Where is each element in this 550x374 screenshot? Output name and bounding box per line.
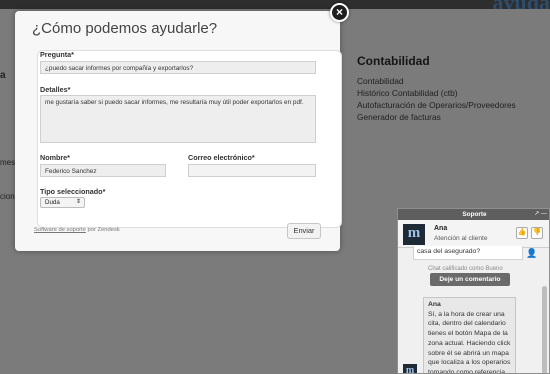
- thumbs-down-icon[interactable]: 👎: [531, 227, 543, 239]
- agent-avatar-small: m: [403, 364, 417, 373]
- footer-text: por Zendesk: [87, 227, 120, 233]
- support-modal: ¿Cómo podemos ayudarle? Pregunta* ¿puedo…: [15, 11, 342, 251]
- background-text: cion: [0, 192, 15, 201]
- support-chat-widget: Soporte ↗ — m Ana Atención al cliente 👍 …: [397, 208, 550, 374]
- background-text: a: [0, 70, 6, 81]
- detalles-textarea[interactable]: me gustaría saber si puedo sacar informe…: [40, 95, 316, 143]
- select-arrows-icon: ⇕: [75, 199, 81, 205]
- chat-rating-note: Chat calificado como Bueno: [428, 266, 503, 272]
- tipo-select[interactable]: Duda ⇕: [40, 197, 85, 208]
- section-title: Contabilidad: [357, 54, 430, 68]
- link-historico-contabilidad[interactable]: Histórico Contabilidad (ctb): [357, 88, 516, 100]
- top-navigation-bar: ayuda: [0, 0, 550, 15]
- agent-message: Ana Sí, a la hora de crear una cita, den…: [423, 297, 516, 374]
- link-contabilidad[interactable]: Contabilidad: [357, 76, 516, 88]
- link-generador-facturas[interactable]: Generador de facturas: [357, 112, 516, 124]
- background-text: mes: [0, 158, 16, 167]
- correo-label: Correo electrónico*: [188, 153, 255, 162]
- contabilidad-section: Contabilidad Contabilidad Histórico Cont…: [357, 54, 516, 124]
- modal-title: ¿Cómo podemos ayudarle?: [32, 20, 218, 37]
- pregunta-label: Pregunta*: [40, 50, 74, 59]
- detalles-label: Detalles*: [40, 85, 71, 94]
- message-text: Sí, a la hora de crear una cita, dentro …: [428, 310, 511, 374]
- leave-comment-button[interactable]: Deje un comentario: [430, 273, 510, 286]
- chat-messages: casa del asegurado? 👤 Chat calificado co…: [398, 246, 549, 374]
- close-icon: ×: [335, 5, 343, 19]
- chat-scrollbar[interactable]: [542, 286, 547, 373]
- agent-avatar: m: [403, 224, 425, 245]
- correo-input[interactable]: [188, 164, 316, 177]
- agent-info-bar: m Ana Atención al cliente 👍 👎: [398, 220, 549, 248]
- agent-name: Ana: [434, 225, 448, 232]
- enviar-button[interactable]: Enviar: [287, 223, 321, 239]
- chat-window-controls[interactable]: ↗ —: [534, 209, 547, 220]
- previous-message: casa del asegurado?: [413, 246, 523, 260]
- tipo-selected-value: Duda: [45, 199, 60, 206]
- modal-footer: Software de soporte por Zendesk: [34, 227, 120, 233]
- user-icon: 👤: [526, 248, 538, 258]
- tipo-label: Tipo seleccionado*: [40, 187, 106, 196]
- nombre-label: Nombre*: [40, 153, 70, 162]
- close-modal-button[interactable]: ×: [330, 3, 349, 22]
- nombre-input[interactable]: Federico Sanchez: [40, 164, 166, 177]
- chat-header-title: Soporte: [462, 211, 487, 218]
- zendesk-link[interactable]: Software de soporte: [34, 227, 86, 233]
- message-sender: Ana: [428, 301, 441, 308]
- pregunta-input[interactable]: ¿puedo sacar informes por compañía y exp…: [40, 61, 316, 74]
- thumbs-up-icon[interactable]: 👍: [516, 227, 528, 239]
- link-autofacturacion[interactable]: Autofacturación de Operarios/Proveedores: [357, 100, 516, 112]
- agent-role: Atención al cliente: [434, 235, 488, 242]
- chat-header[interactable]: Soporte ↗ —: [398, 209, 549, 220]
